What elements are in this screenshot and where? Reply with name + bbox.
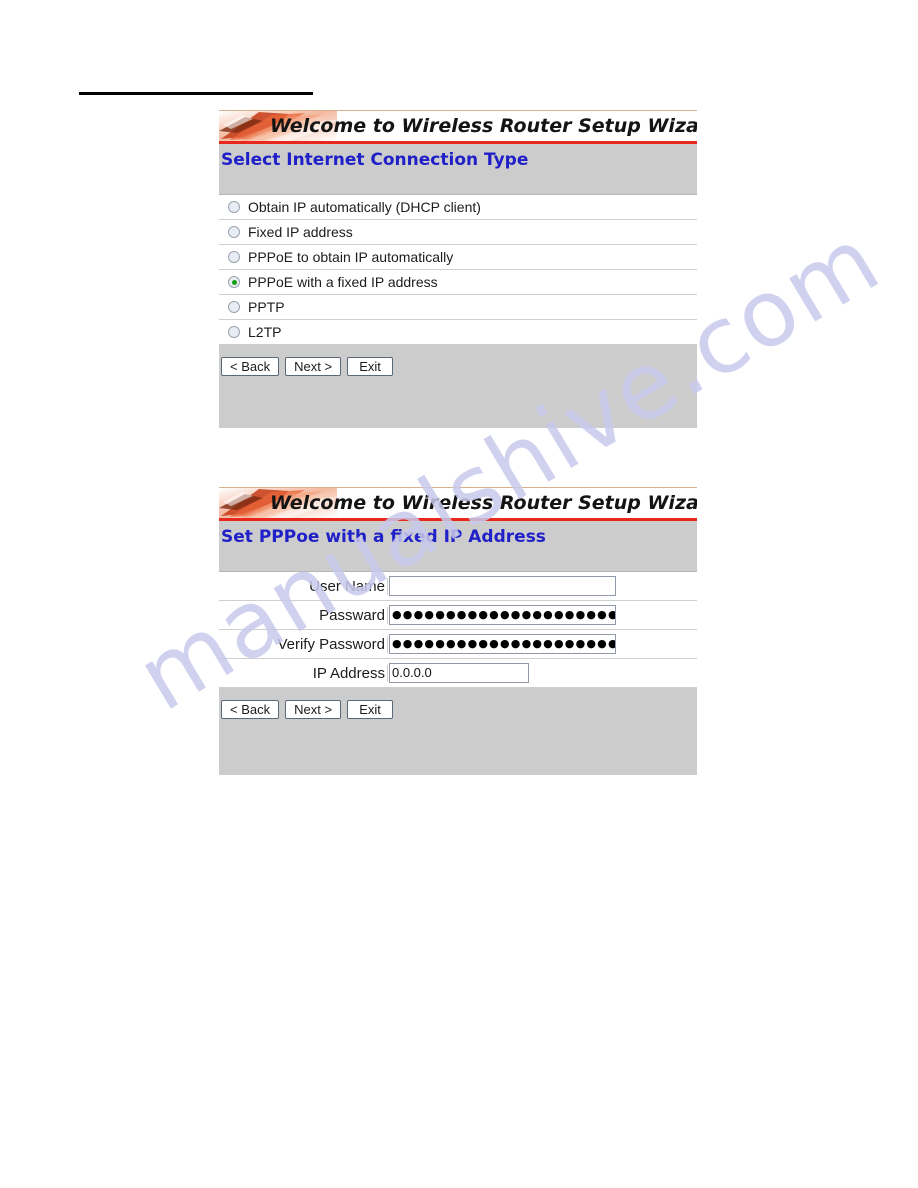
wizard-button-bar: < Back Next > Exit bbox=[219, 345, 697, 376]
section-heading: Select Internet Connection Type bbox=[221, 150, 529, 170]
section-heading: Set PPPoe with a fixed IP Address bbox=[221, 527, 546, 547]
password-input[interactable]: ●●●●●●●●●●●●●●●●●●●●●●●● bbox=[389, 605, 616, 625]
field-cell-user-name bbox=[388, 576, 697, 596]
form-row-ip-address: IP Address 0.0.0.0 bbox=[219, 659, 697, 688]
field-cell-verify-password: ●●●●●●●●●●●●●●●●●●●●●●●● bbox=[388, 634, 697, 654]
radio-icon-dhcp[interactable] bbox=[228, 201, 240, 213]
label-user-name: User Name bbox=[219, 577, 388, 595]
banner-title: Welcome to Wireless Router Setup Wizard bbox=[270, 492, 697, 514]
form-row-verify-password: Verify Password ●●●●●●●●●●●●●●●●●●●●●●●● bbox=[219, 630, 697, 659]
option-row-pptp[interactable]: PPTP bbox=[219, 295, 697, 320]
heading-spacer bbox=[219, 172, 697, 194]
label-ip-address: IP Address bbox=[219, 664, 388, 682]
option-row-fixed-ip[interactable]: Fixed IP address bbox=[219, 220, 697, 245]
option-row-pppoe-fixed[interactable]: PPPoE with a fixed IP address bbox=[219, 270, 697, 295]
radio-icon-pppoe-fixed[interactable] bbox=[228, 276, 240, 288]
exit-button[interactable]: Exit bbox=[347, 700, 394, 719]
verify-password-input[interactable]: ●●●●●●●●●●●●●●●●●●●●●●●● bbox=[389, 634, 616, 654]
banner-title: Welcome to Wireless Router Setup Wizard bbox=[270, 115, 697, 137]
wizard-button-bar: < Back Next > Exit bbox=[219, 688, 697, 719]
back-button[interactable]: < Back bbox=[221, 700, 280, 719]
page-top-rule bbox=[79, 92, 313, 95]
option-label-pppoe-fixed: PPPoE with a fixed IP address bbox=[248, 274, 438, 290]
option-label-l2tp: L2TP bbox=[248, 324, 282, 340]
field-cell-ip-address: 0.0.0.0 bbox=[388, 663, 697, 683]
radio-icon-pptp[interactable] bbox=[228, 301, 240, 313]
pppoe-settings-form: User Name Passward ●●●●●●●●●●●●●●●●●●●●●… bbox=[219, 571, 697, 688]
option-row-pppoe-auto[interactable]: PPPoE to obtain IP automatically bbox=[219, 245, 697, 270]
wizard-panel-connection-type: Welcome to Wireless Router Setup Wizard … bbox=[219, 110, 697, 428]
option-row-l2tp[interactable]: L2TP bbox=[219, 320, 697, 345]
radio-icon-pppoe-auto[interactable] bbox=[228, 251, 240, 263]
radio-icon-fixed-ip[interactable] bbox=[228, 226, 240, 238]
option-label-pppoe-auto: PPPoE to obtain IP automatically bbox=[248, 249, 454, 265]
wizard-panel-pppoe-fixed-ip: Welcome to Wireless Router Setup Wizard … bbox=[219, 487, 697, 775]
wizard-banner: Welcome to Wireless Router Setup Wizard bbox=[219, 110, 697, 144]
label-verify-password: Verify Password bbox=[219, 635, 388, 653]
radio-icon-l2tp[interactable] bbox=[228, 326, 240, 338]
ip-address-input[interactable]: 0.0.0.0 bbox=[389, 663, 529, 683]
option-row-dhcp[interactable]: Obtain IP automatically (DHCP client) bbox=[219, 195, 697, 220]
user-name-input[interactable] bbox=[389, 576, 616, 596]
field-cell-password: ●●●●●●●●●●●●●●●●●●●●●●●● bbox=[388, 605, 697, 625]
option-label-pptp: PPTP bbox=[248, 299, 285, 315]
form-row-password: Passward ●●●●●●●●●●●●●●●●●●●●●●●● bbox=[219, 601, 697, 630]
form-row-user-name: User Name bbox=[219, 572, 697, 601]
next-button[interactable]: Next > bbox=[285, 700, 342, 719]
next-button[interactable]: Next > bbox=[285, 357, 342, 376]
heading-spacer bbox=[219, 549, 697, 571]
back-button[interactable]: < Back bbox=[221, 357, 280, 376]
option-label-dhcp: Obtain IP automatically (DHCP client) bbox=[248, 199, 481, 215]
connection-type-option-list: Obtain IP automatically (DHCP client) Fi… bbox=[219, 194, 697, 345]
exit-button[interactable]: Exit bbox=[347, 357, 394, 376]
wizard-banner: Welcome to Wireless Router Setup Wizard bbox=[219, 487, 697, 521]
label-password: Passward bbox=[219, 606, 388, 624]
option-label-fixed-ip: Fixed IP address bbox=[248, 224, 353, 240]
